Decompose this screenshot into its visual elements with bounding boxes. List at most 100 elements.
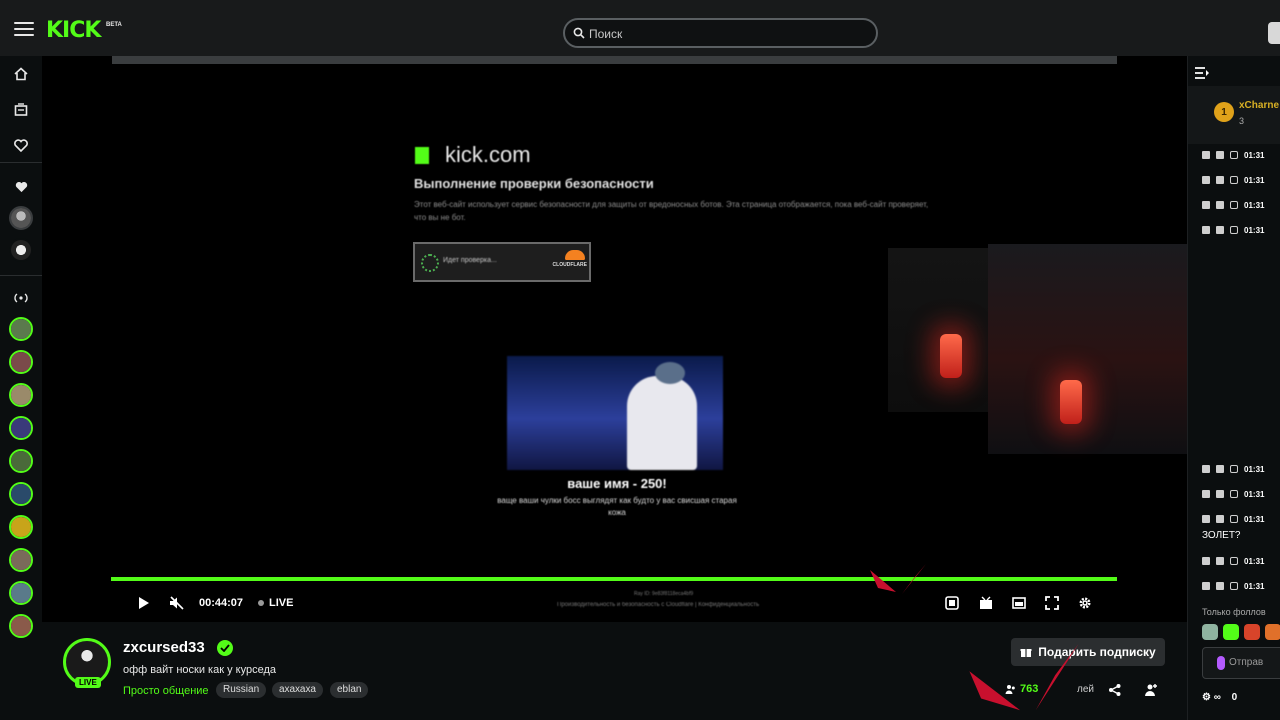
- chat-message[interactable]: 01:31: [1202, 198, 1264, 212]
- sidebar-channel-avatar[interactable]: [9, 383, 33, 407]
- sidebar-channel-avatar[interactable]: [9, 515, 33, 539]
- trash-icon[interactable]: [1202, 465, 1210, 473]
- sidebar-channel-avatar[interactable]: [9, 416, 33, 440]
- chat-timestamp: 01:31: [1244, 514, 1265, 524]
- alert-image: [507, 356, 723, 470]
- chat-message[interactable]: 01:31: [1202, 579, 1264, 593]
- emote[interactable]: [1223, 624, 1239, 640]
- share-icon[interactable]: [1108, 683, 1122, 697]
- chat-message[interactable]: 01:31: [1202, 173, 1264, 187]
- ban-icon[interactable]: [1230, 515, 1238, 523]
- donation-alert-message: ваще ваши чулки босс выглядят как будто …: [497, 496, 737, 517]
- trash-icon[interactable]: [1202, 557, 1210, 565]
- timeout-icon[interactable]: [1216, 226, 1224, 234]
- trash-icon[interactable]: [1202, 176, 1210, 184]
- timeout-icon[interactable]: [1216, 201, 1224, 209]
- ban-icon[interactable]: [1230, 201, 1238, 209]
- trash-icon[interactable]: [1202, 201, 1210, 209]
- chat-input[interactable]: Отправ: [1202, 647, 1280, 679]
- verified-icon: [217, 640, 233, 656]
- sidebar-channel-avatar[interactable]: [9, 581, 33, 605]
- chat-message[interactable]: 01:31: [1202, 462, 1264, 476]
- timeout-icon[interactable]: [1216, 151, 1224, 159]
- webcam-small: [888, 248, 988, 412]
- video-player[interactable]: kick.com Выполнение проверки безопасност…: [42, 56, 1187, 622]
- chat-message[interactable]: 01:31: [1202, 487, 1264, 501]
- trash-icon[interactable]: [1202, 226, 1210, 234]
- add-follow-icon[interactable]: [1144, 683, 1158, 697]
- search-box[interactable]: [563, 18, 878, 48]
- emote-bar: [1202, 624, 1280, 640]
- sidebar-channel-avatar[interactable]: [9, 548, 33, 572]
- ban-icon[interactable]: [1230, 465, 1238, 473]
- emote[interactable]: [1202, 624, 1218, 640]
- ban-icon[interactable]: [1230, 582, 1238, 590]
- sidebar-channel-avatar[interactable]: [9, 614, 33, 638]
- chat-message[interactable]: 01:31: [1202, 554, 1264, 568]
- chat-message[interactable]: 01:31: [1202, 223, 1264, 237]
- stream-tag[interactable]: ахахаха: [272, 682, 323, 698]
- timeout-icon[interactable]: [1216, 557, 1224, 565]
- picture-in-picture-icon[interactable]: [1010, 594, 1028, 612]
- chat-footer: ⚙ ∞ 0: [1202, 692, 1237, 703]
- fullscreen-icon[interactable]: [1043, 594, 1061, 612]
- security-page-brand: kick.com: [415, 142, 531, 168]
- following-icon[interactable]: [11, 135, 31, 155]
- red-eyes-overlay: [969, 643, 1079, 711]
- kick-logo[interactable]: KICK: [46, 18, 101, 43]
- theater-mode-icon[interactable]: [977, 594, 995, 612]
- timeout-icon[interactable]: [1216, 515, 1224, 523]
- streamer-name[interactable]: zxcursed33: [123, 639, 205, 656]
- ban-icon[interactable]: [1230, 557, 1238, 565]
- webcam-large: [988, 244, 1187, 454]
- people-icon[interactable]: ⚙ ∞: [1202, 692, 1221, 703]
- microphone-icon[interactable]: [1217, 656, 1225, 670]
- play-icon[interactable]: [135, 594, 153, 612]
- trash-icon[interactable]: [1202, 490, 1210, 498]
- timeout-icon[interactable]: [1216, 176, 1224, 184]
- chat-timestamp: 01:31: [1244, 225, 1265, 235]
- stream-category[interactable]: Просто общение: [123, 685, 209, 697]
- cloudflare-checkbox-label: Идет проверка...: [443, 257, 497, 264]
- timeout-icon[interactable]: [1216, 582, 1224, 590]
- home-icon[interactable]: [11, 64, 31, 84]
- stream-tag[interactable]: Russian: [216, 682, 267, 698]
- sidebar-channel-avatar[interactable]: [9, 482, 33, 506]
- chat-message[interactable]: 01:31: [1202, 148, 1264, 162]
- sidebar-channel-avatar[interactable]: [9, 206, 33, 230]
- ban-icon[interactable]: [1230, 151, 1238, 159]
- ban-icon[interactable]: [1230, 490, 1238, 498]
- sidebar-channel-avatar[interactable]: [9, 449, 33, 473]
- anime-figure: [627, 376, 697, 470]
- emote[interactable]: [1244, 624, 1260, 640]
- stream-tag[interactable]: eblan: [330, 682, 369, 698]
- trash-icon[interactable]: [1202, 151, 1210, 159]
- settings-gear-icon[interactable]: [1076, 594, 1094, 612]
- sidebar-channel-avatar[interactable]: [9, 350, 33, 374]
- live-indicator[interactable]: LIVE: [258, 597, 293, 609]
- pinned-gift-count: 3: [1239, 116, 1245, 126]
- timeout-icon[interactable]: [1216, 490, 1224, 498]
- browse-icon[interactable]: [11, 100, 31, 120]
- user-menu-button[interactable]: [1268, 22, 1280, 44]
- emote[interactable]: [1265, 624, 1280, 640]
- top-bar: KICK BETA: [0, 0, 1280, 56]
- timeout-icon[interactable]: [1216, 465, 1224, 473]
- sidebar-channel-avatar[interactable]: [9, 238, 33, 262]
- mute-icon[interactable]: [168, 594, 186, 612]
- trash-icon[interactable]: [1202, 515, 1210, 523]
- chat-timestamp: 01:31: [1244, 556, 1265, 566]
- collapse-chat-icon[interactable]: [1194, 66, 1210, 80]
- sidebar-channel-avatar[interactable]: [9, 317, 33, 341]
- pinned-username[interactable]: xCharne: [1239, 100, 1279, 111]
- chat-timestamp: 01:31: [1244, 464, 1265, 474]
- chat-message[interactable]: 01:31: [1202, 512, 1264, 526]
- ban-icon[interactable]: [1230, 226, 1238, 234]
- progress-bar[interactable]: [111, 577, 1117, 581]
- search-input[interactable]: [589, 24, 869, 44]
- menu-icon[interactable]: [14, 22, 34, 36]
- trash-icon[interactable]: [1202, 582, 1210, 590]
- clip-icon[interactable]: [943, 594, 961, 612]
- ban-icon[interactable]: [1230, 176, 1238, 184]
- security-page-domain: kick.com: [445, 142, 531, 167]
